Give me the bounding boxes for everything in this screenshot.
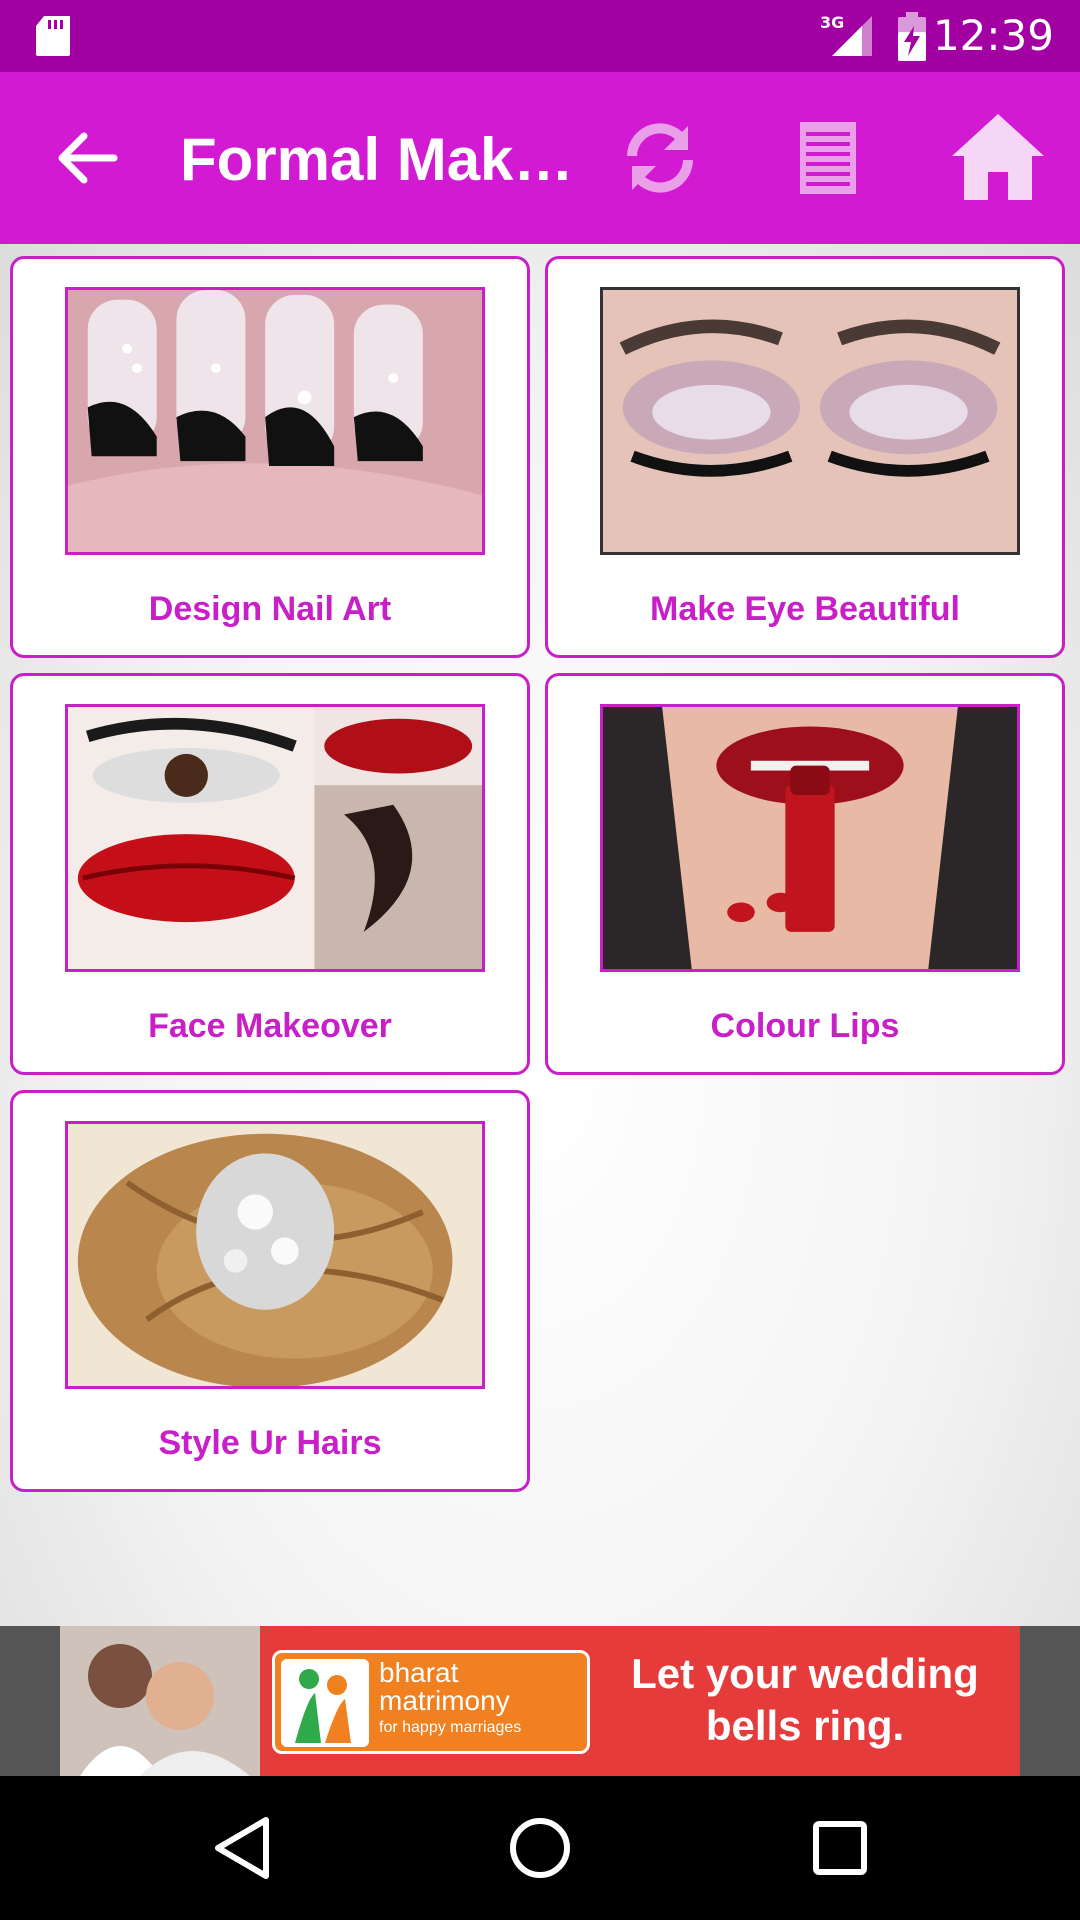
- card-label: Design Nail Art: [148, 590, 392, 628]
- card-label: Colour Lips: [710, 1007, 900, 1045]
- home-circle-icon[interactable]: [504, 1812, 576, 1884]
- clock: 12:39: [932, 11, 1054, 60]
- ad-brand-line2: matrimony: [379, 1685, 510, 1716]
- ad-brand-tagline: for happy marriages: [379, 1719, 522, 1736]
- card-label: Face Makeover: [148, 1007, 392, 1045]
- app-bar: Formal Mak…: [0, 72, 1080, 244]
- card-label: Style Ur Hairs: [158, 1424, 382, 1462]
- hair-style-image: [65, 1121, 485, 1389]
- sd-card-icon: [36, 16, 70, 56]
- bharat-matrimony-logo: bharat matrimony for happy marriages: [272, 1650, 590, 1754]
- battery-charging-icon: [898, 12, 926, 61]
- network-type-label: 3G: [820, 13, 844, 32]
- ad-slogan: Let your wedding bells ring.: [605, 1648, 1005, 1752]
- lipstick-image: [600, 704, 1020, 972]
- ad-couple-image: [60, 1626, 260, 1776]
- ad-slogan-line1: Let your wedding: [631, 1650, 979, 1697]
- ad-brand-line1: bharat: [379, 1657, 459, 1688]
- nail-art-image: [65, 287, 485, 555]
- page-title: Formal Mak…: [180, 126, 574, 193]
- list-icon[interactable]: [796, 118, 860, 198]
- back-triangle-icon[interactable]: [206, 1812, 278, 1884]
- ad-banner[interactable]: bharat matrimony for happy marriages Let…: [0, 1626, 1080, 1776]
- system-nav-bar: [0, 1776, 1080, 1920]
- ad-creative[interactable]: bharat matrimony for happy marriages Let…: [60, 1626, 1020, 1776]
- recents-square-icon[interactable]: [804, 1812, 876, 1884]
- card-colour-lips[interactable]: Colour Lips: [545, 673, 1065, 1075]
- refresh-icon[interactable]: [618, 116, 702, 200]
- card-face-makeover[interactable]: Face Makeover: [10, 673, 530, 1075]
- home-icon[interactable]: [948, 108, 1048, 204]
- card-style-ur-hairs[interactable]: Style Ur Hairs: [10, 1090, 530, 1492]
- ad-slogan-line2: bells ring.: [705, 1702, 905, 1749]
- card-label: Make Eye Beautiful: [650, 590, 960, 628]
- card-design-nail-art[interactable]: Design Nail Art: [10, 256, 530, 658]
- card-make-eye-beautiful[interactable]: Make Eye Beautiful: [545, 256, 1065, 658]
- category-grid: Design Nail Art Make Eye Beautiful Face …: [0, 244, 1080, 1626]
- status-bar: 3G 12:39: [0, 0, 1080, 72]
- signal-icon: 3G: [820, 13, 872, 56]
- eye-makeup-image: [600, 287, 1020, 555]
- face-makeover-image: [65, 704, 485, 972]
- back-arrow-icon[interactable]: [48, 118, 128, 198]
- logo-mark-icon: [281, 1659, 369, 1747]
